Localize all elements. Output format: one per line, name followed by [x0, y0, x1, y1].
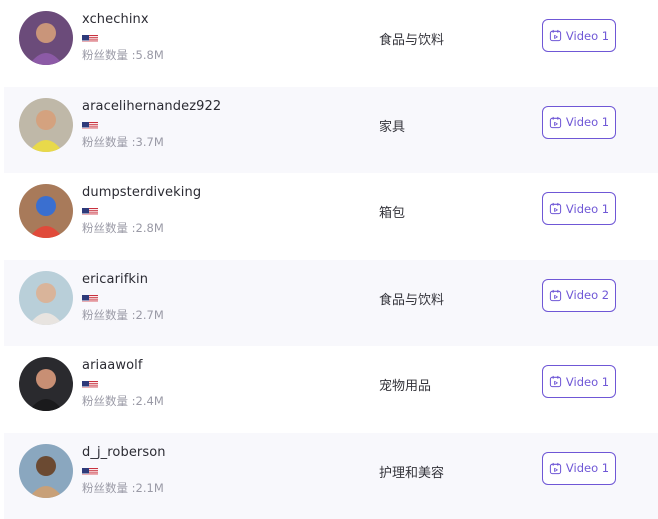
username[interactable]: ericarifkin [82, 272, 148, 287]
video-calendar-icon [549, 462, 562, 475]
video-button-label: Video 1 [566, 29, 609, 43]
fans-separator: : [128, 308, 136, 322]
fans-value: 3.7M [136, 135, 164, 149]
fans-count: 粉丝数量 :2.8M [82, 220, 164, 236]
us-flag-icon [82, 464, 98, 475]
us-flag-icon [82, 377, 98, 388]
fans-separator: : [128, 48, 136, 62]
avatar[interactable] [19, 357, 73, 411]
fans-count: 粉丝数量 :3.7M [82, 134, 164, 150]
creator-list: xchechinx粉丝数量 :5.8M食品与饮料Video 1aracelihe… [4, 0, 658, 519]
video-calendar-icon [549, 289, 562, 302]
video-button[interactable]: Video 1 [542, 192, 616, 225]
video-button[interactable]: Video 1 [542, 19, 616, 52]
video-calendar-icon [549, 202, 562, 215]
fans-label: 粉丝数量 [82, 308, 128, 322]
fans-value: 2.1M [136, 481, 164, 495]
creator-row: d_j_roberson 粉丝数量 :2.1M 护理和美容 Video 1 [4, 433, 658, 519]
creator-row: xchechinx 粉丝数量 :5.8M 食品与饮料 Video 1 [4, 0, 658, 87]
fans-label: 粉丝数量 [82, 48, 128, 62]
creator-row: ariaawolf 粉丝数量 :2.4M 宠物用品 Video 1 [4, 346, 658, 433]
us-flag-icon [82, 31, 98, 42]
fans-value: 5.8M [136, 48, 164, 62]
fans-count: 粉丝数量 :2.4M [82, 393, 164, 409]
avatar[interactable] [19, 11, 73, 65]
fans-value: 2.7M [136, 308, 164, 322]
fans-count: 粉丝数量 :2.1M [82, 480, 164, 496]
fans-count: 粉丝数量 :5.8M [82, 47, 164, 63]
video-button-label: Video 1 [566, 461, 609, 475]
video-button[interactable]: Video 2 [542, 279, 616, 312]
video-calendar-icon [549, 29, 562, 42]
video-calendar-icon [549, 375, 562, 388]
fans-separator: : [128, 221, 136, 235]
fans-separator: : [128, 481, 136, 495]
video-button[interactable]: Video 1 [542, 452, 616, 485]
us-flag-icon [82, 118, 98, 129]
fans-separator: : [128, 135, 136, 149]
category-label: 护理和美容 [379, 462, 444, 481]
category-label: 食品与饮料 [379, 29, 444, 48]
creator-row: aracelihernandez922 粉丝数量 :3.7M 家具 Video 1 [4, 87, 658, 174]
fans-label: 粉丝数量 [82, 481, 128, 495]
fans-separator: : [128, 394, 136, 408]
category-label: 箱包 [379, 202, 405, 221]
us-flag-icon [82, 291, 98, 302]
fans-value: 2.4M [136, 394, 164, 408]
username[interactable]: dumpsterdiveking [82, 185, 201, 200]
avatar[interactable] [19, 184, 73, 238]
username[interactable]: ariaawolf [82, 358, 143, 373]
avatar[interactable] [19, 444, 73, 498]
creator-row: dumpsterdiveking 粉丝数量 :2.8M 箱包 Video 1 [4, 173, 658, 260]
video-button-label: Video 1 [566, 202, 609, 216]
video-calendar-icon [549, 116, 562, 129]
category-label: 家具 [379, 116, 405, 135]
username[interactable]: aracelihernandez922 [82, 99, 221, 114]
category-label: 宠物用品 [379, 375, 431, 394]
username[interactable]: d_j_roberson [82, 445, 166, 460]
video-button-label: Video 1 [566, 115, 609, 129]
category-label: 食品与饮料 [379, 289, 444, 308]
avatar[interactable] [19, 271, 73, 325]
fans-label: 粉丝数量 [82, 135, 128, 149]
video-button-label: Video 2 [566, 288, 609, 302]
avatar[interactable] [19, 98, 73, 152]
username[interactable]: xchechinx [82, 12, 149, 27]
creator-row: ericarifkin 粉丝数量 :2.7M 食品与饮料 Video 2 [4, 260, 658, 347]
fans-count: 粉丝数量 :2.7M [82, 307, 164, 323]
fans-label: 粉丝数量 [82, 394, 128, 408]
us-flag-icon [82, 204, 98, 215]
video-button[interactable]: Video 1 [542, 365, 616, 398]
fans-value: 2.8M [136, 221, 164, 235]
video-button[interactable]: Video 1 [542, 106, 616, 139]
video-button-label: Video 1 [566, 375, 609, 389]
fans-label: 粉丝数量 [82, 221, 128, 235]
